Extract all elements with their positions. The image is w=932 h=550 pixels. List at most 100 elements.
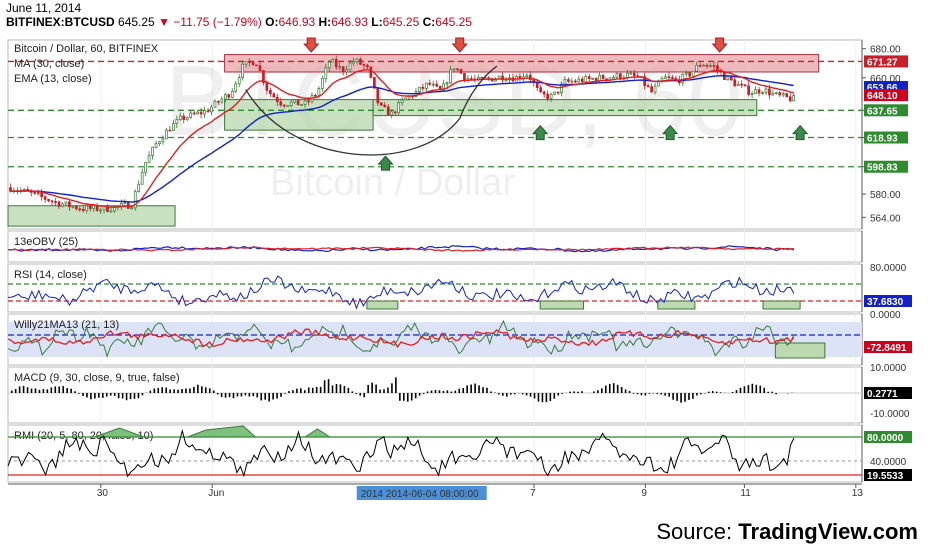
candle-body <box>684 72 688 75</box>
current-price-tag: 648.10 <box>867 91 898 102</box>
candle-body <box>81 208 85 211</box>
candle-body <box>99 209 102 212</box>
macd-bar <box>692 393 694 399</box>
macd-bar <box>688 393 690 400</box>
macd-bar <box>173 389 175 393</box>
macd-bar <box>430 390 433 393</box>
candle-body <box>605 78 608 81</box>
price-level-tag: 618.93 <box>867 134 898 145</box>
candle-body <box>217 100 220 103</box>
candle-body <box>189 112 193 118</box>
time-cursor-label: 2014 2014-06-04 08:00:00 <box>361 489 479 500</box>
macd-bar <box>442 390 445 393</box>
candle-body <box>764 88 768 93</box>
macd-bar <box>502 393 504 396</box>
candle-body <box>716 65 719 71</box>
candle-body <box>792 95 796 102</box>
macd-bar <box>256 393 259 398</box>
candle-body <box>241 63 245 78</box>
candle-body <box>463 72 466 81</box>
macd-bar <box>224 393 227 398</box>
macd-bar <box>581 391 583 393</box>
macd-bar <box>331 385 334 393</box>
macd-bar <box>125 393 128 401</box>
macd-bar <box>280 393 282 397</box>
candle-body <box>476 76 480 80</box>
macd-bar <box>640 393 643 396</box>
candle-body <box>210 106 213 113</box>
macd-bar <box>42 389 45 393</box>
macd-bar <box>137 393 140 399</box>
rsi-zone <box>539 300 585 310</box>
candle-body <box>182 115 186 120</box>
macd-bar <box>660 393 663 395</box>
macd-bar <box>395 377 397 393</box>
source-brand[interactable]: TradingView.com <box>738 519 918 544</box>
candle-body <box>362 63 366 66</box>
macd-bar <box>379 389 381 393</box>
macd-bar <box>252 393 255 397</box>
candle-body <box>71 205 75 208</box>
macd-bar <box>775 393 777 395</box>
time-axis-label: Jun <box>208 488 224 499</box>
candle-body <box>768 88 771 96</box>
macd-bar <box>121 393 124 399</box>
macd-bar <box>632 393 635 394</box>
candle-body <box>275 96 279 103</box>
candle-body <box>400 99 404 104</box>
candle-body <box>570 80 574 83</box>
macd-bar <box>513 393 516 395</box>
macd-bar <box>533 393 536 399</box>
candle-body <box>390 111 394 116</box>
macd-bar <box>612 383 615 393</box>
candle-body <box>109 210 113 213</box>
candle-body <box>504 79 508 82</box>
candle-body <box>632 72 636 77</box>
macd-bar <box>240 393 243 397</box>
macd-bar <box>719 392 722 393</box>
candle-body <box>470 78 473 80</box>
macd-bar <box>676 393 678 401</box>
macd-bar <box>292 390 294 393</box>
candle-body <box>556 91 560 94</box>
macd-bar <box>355 393 358 394</box>
macd-bar <box>296 388 298 393</box>
macd-bar <box>743 386 746 393</box>
macd-bar <box>319 386 322 393</box>
candle-body <box>196 111 199 115</box>
candle-body <box>709 65 712 67</box>
macd-bar <box>307 387 310 393</box>
macd-bar <box>90 393 92 400</box>
candle-body <box>331 58 335 63</box>
macd-bar <box>624 389 627 393</box>
macd-bar <box>446 390 449 393</box>
candle-body <box>459 69 463 74</box>
candle-body <box>359 58 362 65</box>
macd-bar <box>153 388 156 393</box>
candle-body <box>577 78 581 83</box>
chart-svg[interactable]: BTCUSD, 60Bitcoin / DollarBitcoin / Doll… <box>0 0 932 510</box>
macd-bar <box>656 393 659 394</box>
candle-body <box>213 100 217 108</box>
candle-body <box>612 76 615 79</box>
candle-body <box>272 93 276 98</box>
macd-bar <box>636 393 639 395</box>
macd-bar <box>185 388 187 393</box>
candle-body <box>244 61 248 65</box>
macd-bar <box>228 393 231 398</box>
candle-body <box>379 102 383 106</box>
candle-body <box>726 76 730 81</box>
time-axis-label: 11 <box>740 488 751 499</box>
rsi-current-tag: 37.6830 <box>867 297 904 308</box>
macd-bar <box>78 393 80 394</box>
candle-body <box>369 66 373 78</box>
candle-body <box>154 143 158 148</box>
macd-bar <box>367 384 369 393</box>
macd-bar <box>133 393 136 399</box>
macd-bar <box>486 387 488 393</box>
macd-bar <box>466 385 468 393</box>
macd-bar <box>113 393 116 396</box>
candle-body <box>64 201 68 205</box>
candle-body <box>428 82 432 85</box>
macd-bar <box>406 393 409 402</box>
